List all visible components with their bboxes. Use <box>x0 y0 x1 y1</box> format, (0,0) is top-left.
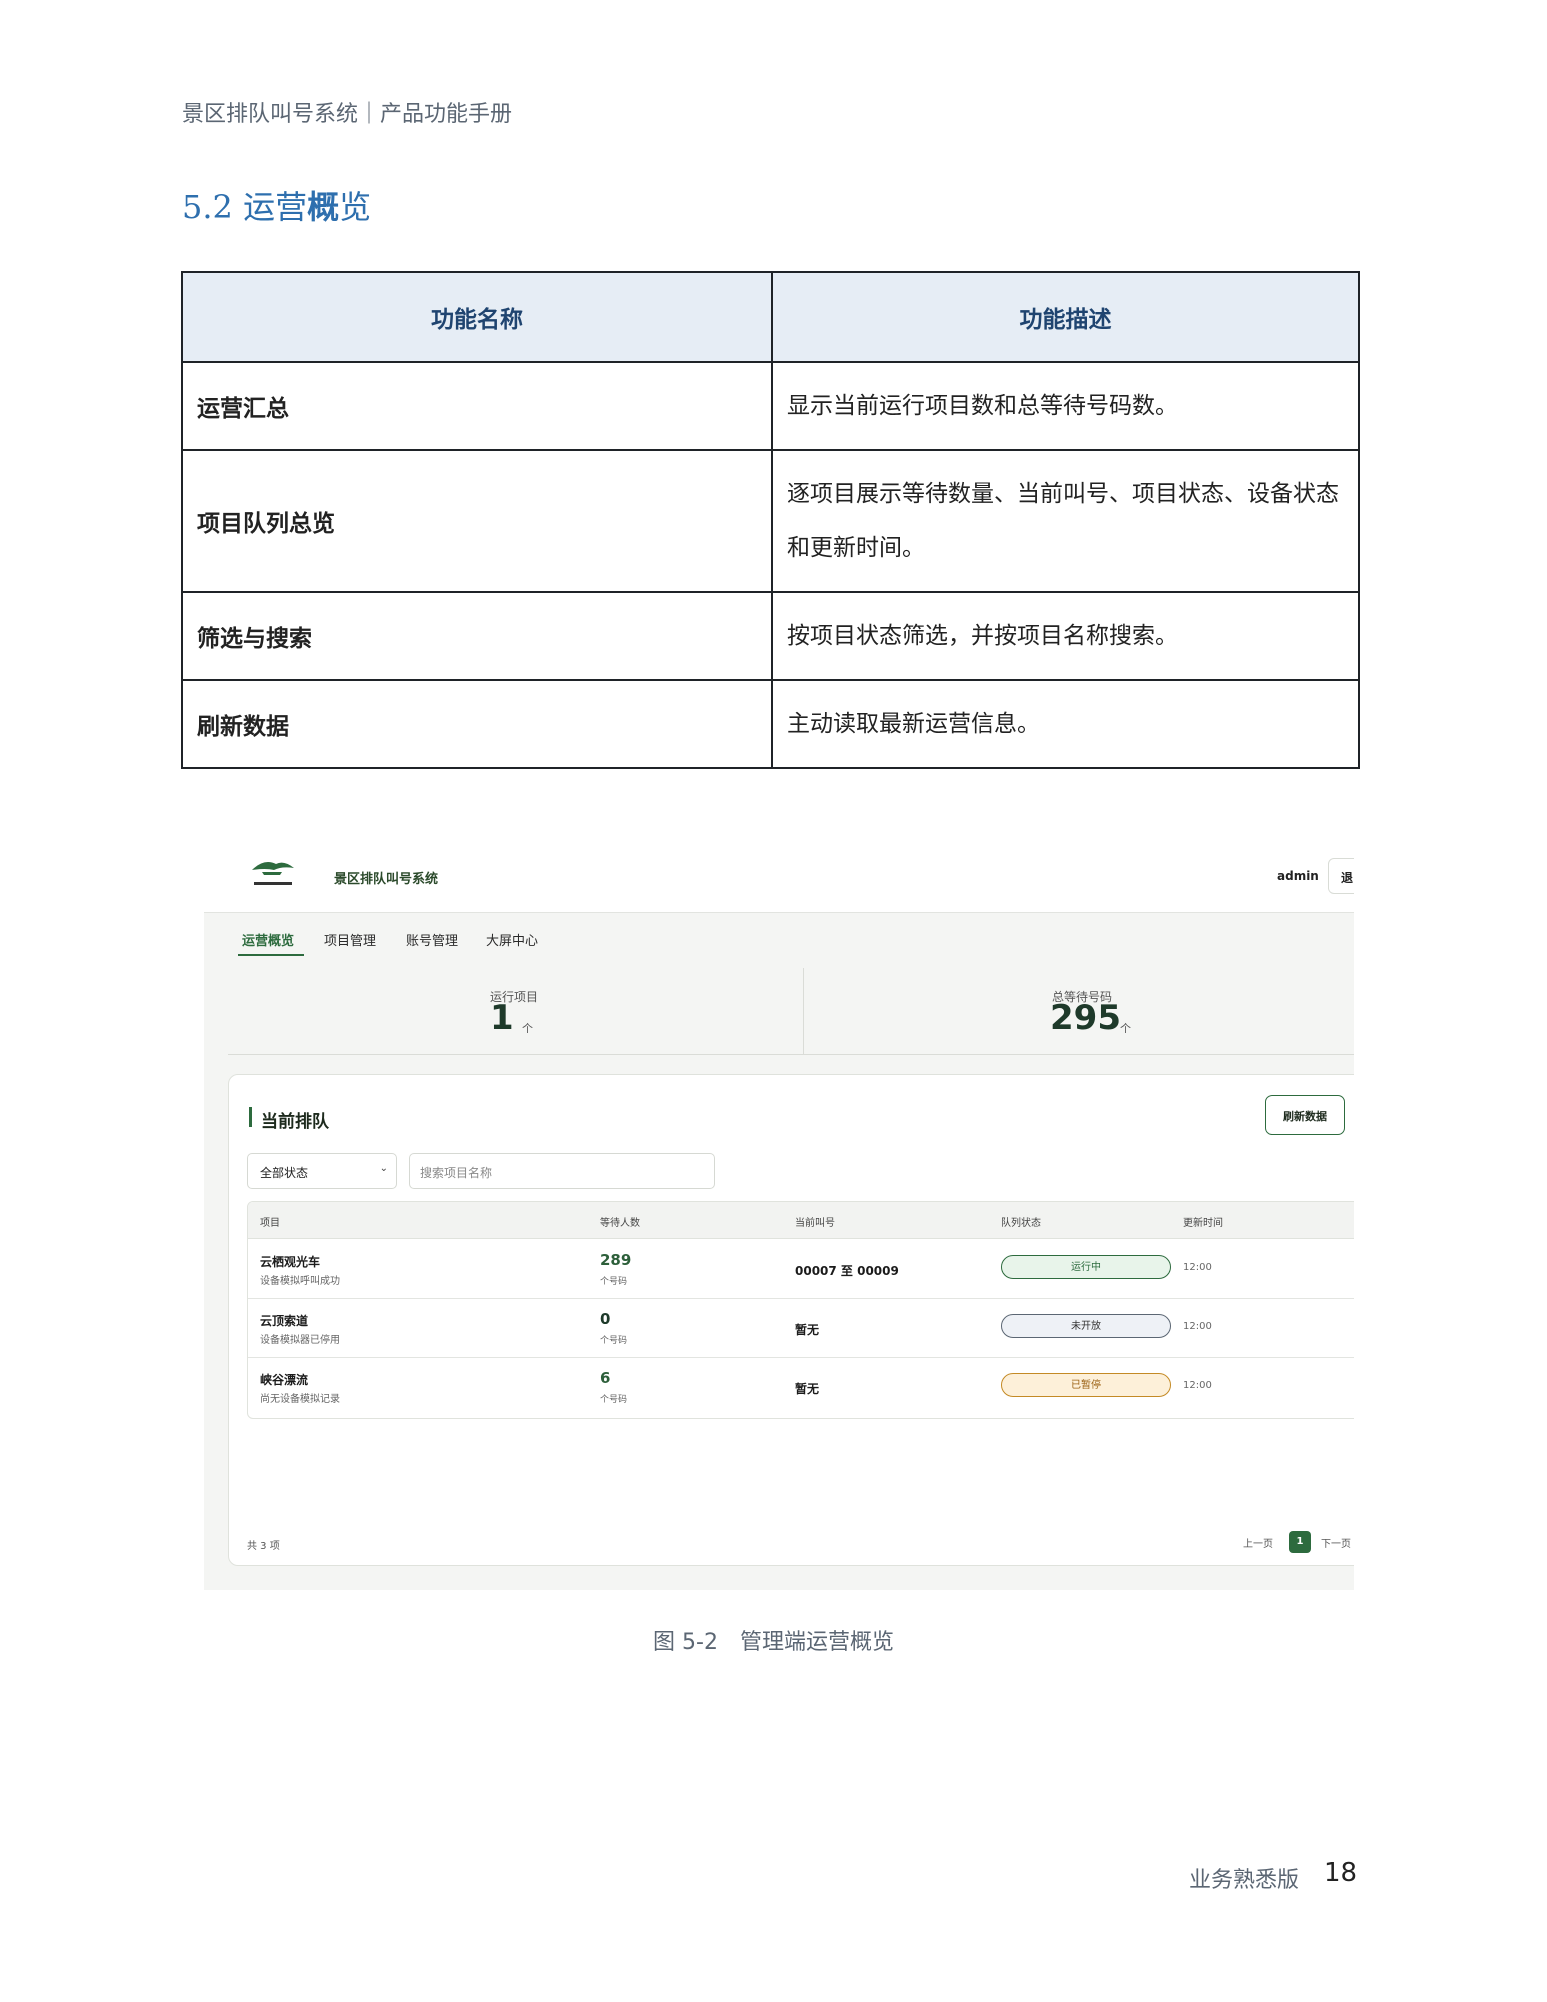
waiting-count: 6 <box>600 1369 611 1387</box>
title-accent-bar <box>249 1107 252 1127</box>
stat-divider <box>228 1054 1354 1055</box>
status-badge: 未开放 <box>1001 1314 1171 1338</box>
tab-project-management[interactable]: 项目管理 <box>324 930 376 949</box>
queue-table: 项目 等待人数 当前叫号 队列状态 更新时间 云栖观光车 设备模拟呼叫成功 28… <box>247 1201 1354 1419</box>
status-badge: 运行中 <box>1001 1255 1171 1279</box>
document-header: 景区排队叫号系统｜产品功能手册 <box>182 102 513 127</box>
table-header: 项目 等待人数 当前叫号 队列状态 更新时间 <box>248 1202 1354 1239</box>
table-row: 运营汇总 显示当前运行项目数和总等待号码数。 <box>181 361 1360 451</box>
function-name: 刷新数据 <box>181 679 773 769</box>
panel-title: 当前排队 <box>261 1112 329 1132</box>
status-badge: 已暂停 <box>1001 1373 1171 1397</box>
project-name: 峡谷漂流 <box>260 1373 309 1387</box>
table-header-name: 功能名称 <box>181 271 773 363</box>
table-row: 项目队列总览 逐项目展示等待数量、当前叫号、项目状态、设备状态和更新时间。 <box>181 449 1360 593</box>
section-title: 5.2 运营概览 <box>182 182 371 228</box>
device-status: 设备模拟器已停用 <box>260 1335 340 1346</box>
current-page-button[interactable]: 1 <box>1289 1531 1311 1553</box>
function-name: 项目队列总览 <box>181 449 773 593</box>
table-row[interactable]: 云栖观光车 设备模拟呼叫成功 289 个号码 00007 至 00009 运行中… <box>248 1239 1354 1299</box>
update-time: 12:00 <box>1183 1380 1212 1391</box>
tab-screen-center[interactable]: 大屏中心 <box>486 930 538 949</box>
column-header: 更新时间 <box>1183 1218 1223 1229</box>
admin-overview-screenshot: 景区排队叫号系统 admin 退 运营概览 项目管理 账号管理 大屏中心 运行项… <box>204 838 1354 1590</box>
column-header: 项目 <box>260 1218 280 1229</box>
column-header: 当前叫号 <box>795 1218 835 1229</box>
current-number: 00007 至 00009 <box>795 1264 899 1278</box>
device-status: 尚无设备模拟记录 <box>260 1394 340 1405</box>
prev-page-button[interactable]: 上一页 <box>1243 1535 1273 1550</box>
tab-account-management[interactable]: 账号管理 <box>406 930 458 949</box>
function-desc: 显示当前运行项目数和总等待号码数。 <box>771 361 1360 451</box>
device-status: 设备模拟呼叫成功 <box>260 1276 340 1287</box>
function-desc: 逐项目展示等待数量、当前叫号、项目状态、设备状态和更新时间。 <box>771 449 1360 593</box>
stat-unit-running: 个 <box>522 1022 533 1035</box>
page-number: 18 <box>1324 1858 1358 1888</box>
stat-value-running: 1 <box>490 998 514 1038</box>
update-time: 12:00 <box>1183 1262 1212 1273</box>
function-desc: 主动读取最新运营信息。 <box>771 679 1360 769</box>
function-desc: 按项目状态筛选，并按项目名称搜索。 <box>771 591 1360 681</box>
waiting-unit: 个号码 <box>600 1277 628 1287</box>
waiting-unit: 个号码 <box>600 1336 628 1346</box>
next-page-button[interactable]: 下一页 <box>1321 1535 1351 1550</box>
stat-unit-waiting: 个 <box>1120 1022 1131 1035</box>
project-name: 云栖观光车 <box>260 1255 321 1269</box>
logo-icon <box>252 862 294 885</box>
table-header-desc: 功能描述 <box>771 271 1360 363</box>
tab-overview[interactable]: 运营概览 <box>242 930 294 949</box>
function-table: 功能名称 功能描述 运营汇总 显示当前运行项目数和总等待号码数。 项目队列总览 … <box>181 271 1360 769</box>
waiting-count: 289 <box>600 1251 632 1269</box>
total-count: 共 3 项 <box>247 1541 280 1552</box>
logout-button[interactable]: 退 <box>1328 858 1354 894</box>
section-title-part: 概 <box>307 188 340 226</box>
section-number: 5.2 <box>182 188 233 226</box>
waiting-unit: 个号码 <box>600 1395 628 1405</box>
status-filter-select[interactable]: 全部状态 ⌄ <box>247 1153 397 1189</box>
section-title-part: 运营 <box>243 188 308 226</box>
current-number: 暂无 <box>795 1382 820 1396</box>
user-name: admin <box>1277 869 1319 883</box>
app-title: 景区排队叫号系统 <box>334 872 439 887</box>
app-topbar: 景区排队叫号系统 admin 退 <box>204 838 1354 913</box>
current-number: 暂无 <box>795 1323 820 1337</box>
table-row[interactable]: 云顶索道 设备模拟器已停用 0 个号码 暂无 未开放 12:00 <box>248 1298 1354 1358</box>
search-input[interactable]: 搜索项目名称 <box>409 1153 715 1189</box>
active-tab-indicator <box>238 954 304 956</box>
queue-panel: 当前排队 刷新数据 全部状态 ⌄ 搜索项目名称 项目 等待人数 当前叫号 队列状… <box>228 1074 1354 1566</box>
table-row: 刷新数据 主动读取最新运营信息。 <box>181 679 1360 769</box>
stat-divider <box>803 968 804 1054</box>
footer-label: 业务熟悉版 <box>1189 1868 1300 1893</box>
function-name: 运营汇总 <box>181 361 773 451</box>
project-name: 云顶索道 <box>260 1314 309 1328</box>
figure-caption: 图 5-2 管理端运营概览 <box>653 1630 894 1655</box>
function-name: 筛选与搜索 <box>181 591 773 681</box>
waiting-count: 0 <box>600 1310 611 1328</box>
table-row: 筛选与搜索 按项目状态筛选，并按项目名称搜索。 <box>181 591 1360 681</box>
column-header: 等待人数 <box>600 1218 640 1229</box>
refresh-button[interactable]: 刷新数据 <box>1265 1095 1345 1135</box>
update-time: 12:00 <box>1183 1321 1212 1332</box>
status-filter-value: 全部状态 <box>260 1166 309 1180</box>
column-header: 队列状态 <box>1001 1218 1041 1229</box>
chevron-down-icon: ⌄ <box>379 1163 388 1174</box>
stat-value-waiting: 295 <box>1050 998 1121 1038</box>
section-title-part: 览 <box>339 188 372 226</box>
table-row[interactable]: 峡谷漂流 尚无设备模拟记录 6 个号码 暂无 已暂停 12:00 <box>248 1357 1354 1416</box>
